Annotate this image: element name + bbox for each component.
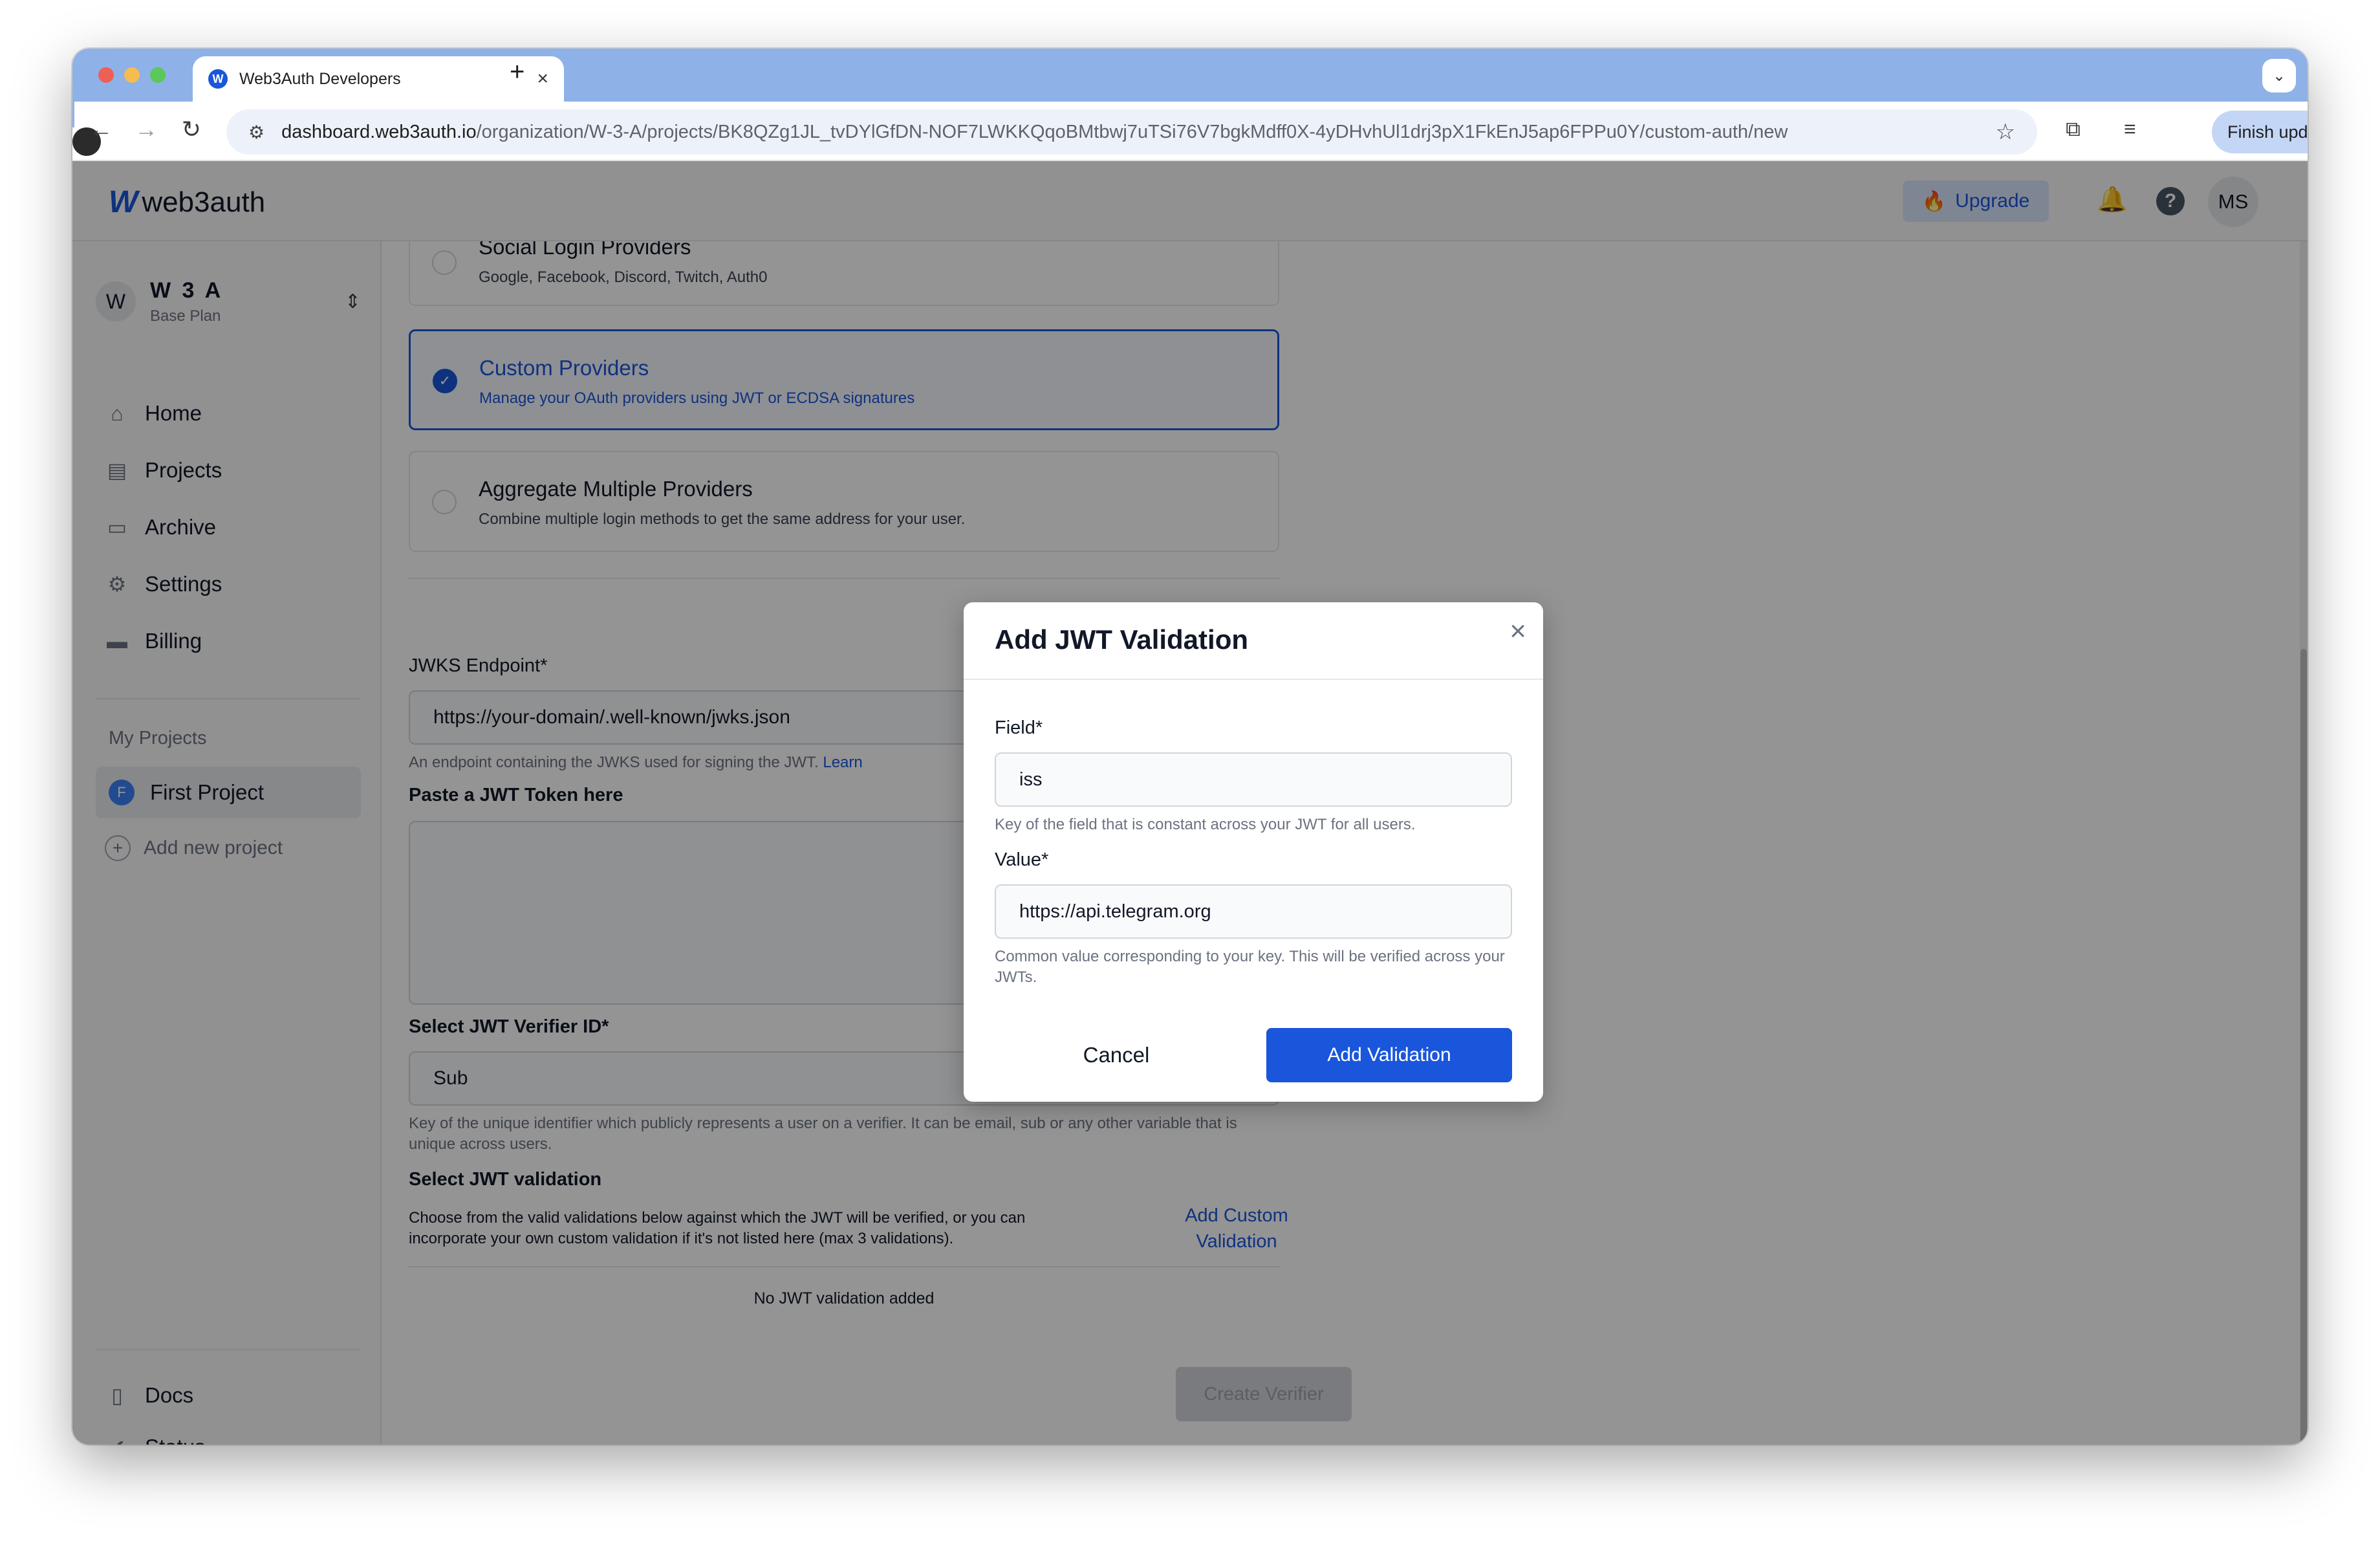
toolbar-separator	[72, 102, 74, 127]
maximize-window-button[interactable]	[150, 67, 166, 83]
url-text: dashboard.web3auth.io/organization/W-3-A…	[281, 122, 1995, 143]
field-input[interactable]: iss	[995, 752, 1512, 807]
tab-strip: W Web3Auth Developers × + ⌄	[72, 49, 2308, 102]
address-bar[interactable]: ⚙ dashboard.web3auth.io/organization/W-3…	[226, 109, 2037, 155]
url-path: /organization/W-3-A/projects/BK8QZg1JL_t…	[476, 121, 1788, 142]
close-window-button[interactable]	[98, 67, 114, 83]
url-host: dashboard.web3auth.io	[281, 121, 477, 142]
add-jwt-validation-modal: Add JWT Validation × Field* iss Key of t…	[964, 602, 1543, 1102]
back-arrow-icon[interactable]: ←	[85, 116, 116, 143]
tab-close-icon[interactable]: ×	[537, 68, 548, 90]
add-validation-button[interactable]: Add Validation	[1266, 1028, 1512, 1082]
close-icon[interactable]: ×	[1509, 615, 1526, 648]
field-help: Key of the field that is constant across…	[995, 816, 1416, 833]
new-tab-icon[interactable]: +	[510, 58, 525, 87]
bookmark-star-icon[interactable]: ☆	[1996, 119, 2015, 145]
tab-search-chevron-icon[interactable]: ⌄	[2262, 59, 2296, 93]
cancel-button[interactable]: Cancel	[995, 1028, 1238, 1082]
site-settings-icon[interactable]: ⚙	[248, 122, 265, 143]
modal-title: Add JWT Validation	[995, 624, 1249, 655]
browser-toolbar: ← → ↻ ⚙ dashboard.web3auth.io/organizati…	[72, 102, 2308, 161]
reload-icon[interactable]: ↻	[176, 116, 207, 143]
value-help: Common value corresponding to your key. …	[995, 948, 1505, 986]
favicon-icon: W	[208, 69, 228, 89]
finish-update-button[interactable]: Finish update ⋮	[2212, 111, 2308, 153]
field-label: Field*	[995, 717, 1043, 738]
minimize-window-button[interactable]	[124, 67, 140, 83]
media-control-icon[interactable]: ≡	[2124, 117, 2136, 141]
forward-arrow-icon[interactable]: →	[131, 116, 162, 143]
extensions-icon[interactable]: ⧉	[2066, 117, 2081, 142]
modal-divider	[964, 679, 1543, 680]
value-label: Value*	[995, 849, 1049, 870]
tab-title: Web3Auth Developers	[239, 69, 401, 88]
value-input[interactable]: https://api.telegram.org	[995, 884, 1512, 939]
browser-window: W Web3Auth Developers × + ⌄ ← → ↻ ⚙ dash…	[72, 49, 2308, 1445]
finish-update-label: Finish update	[2227, 122, 2308, 142]
browser-tab[interactable]: W Web3Auth Developers ×	[193, 56, 564, 102]
